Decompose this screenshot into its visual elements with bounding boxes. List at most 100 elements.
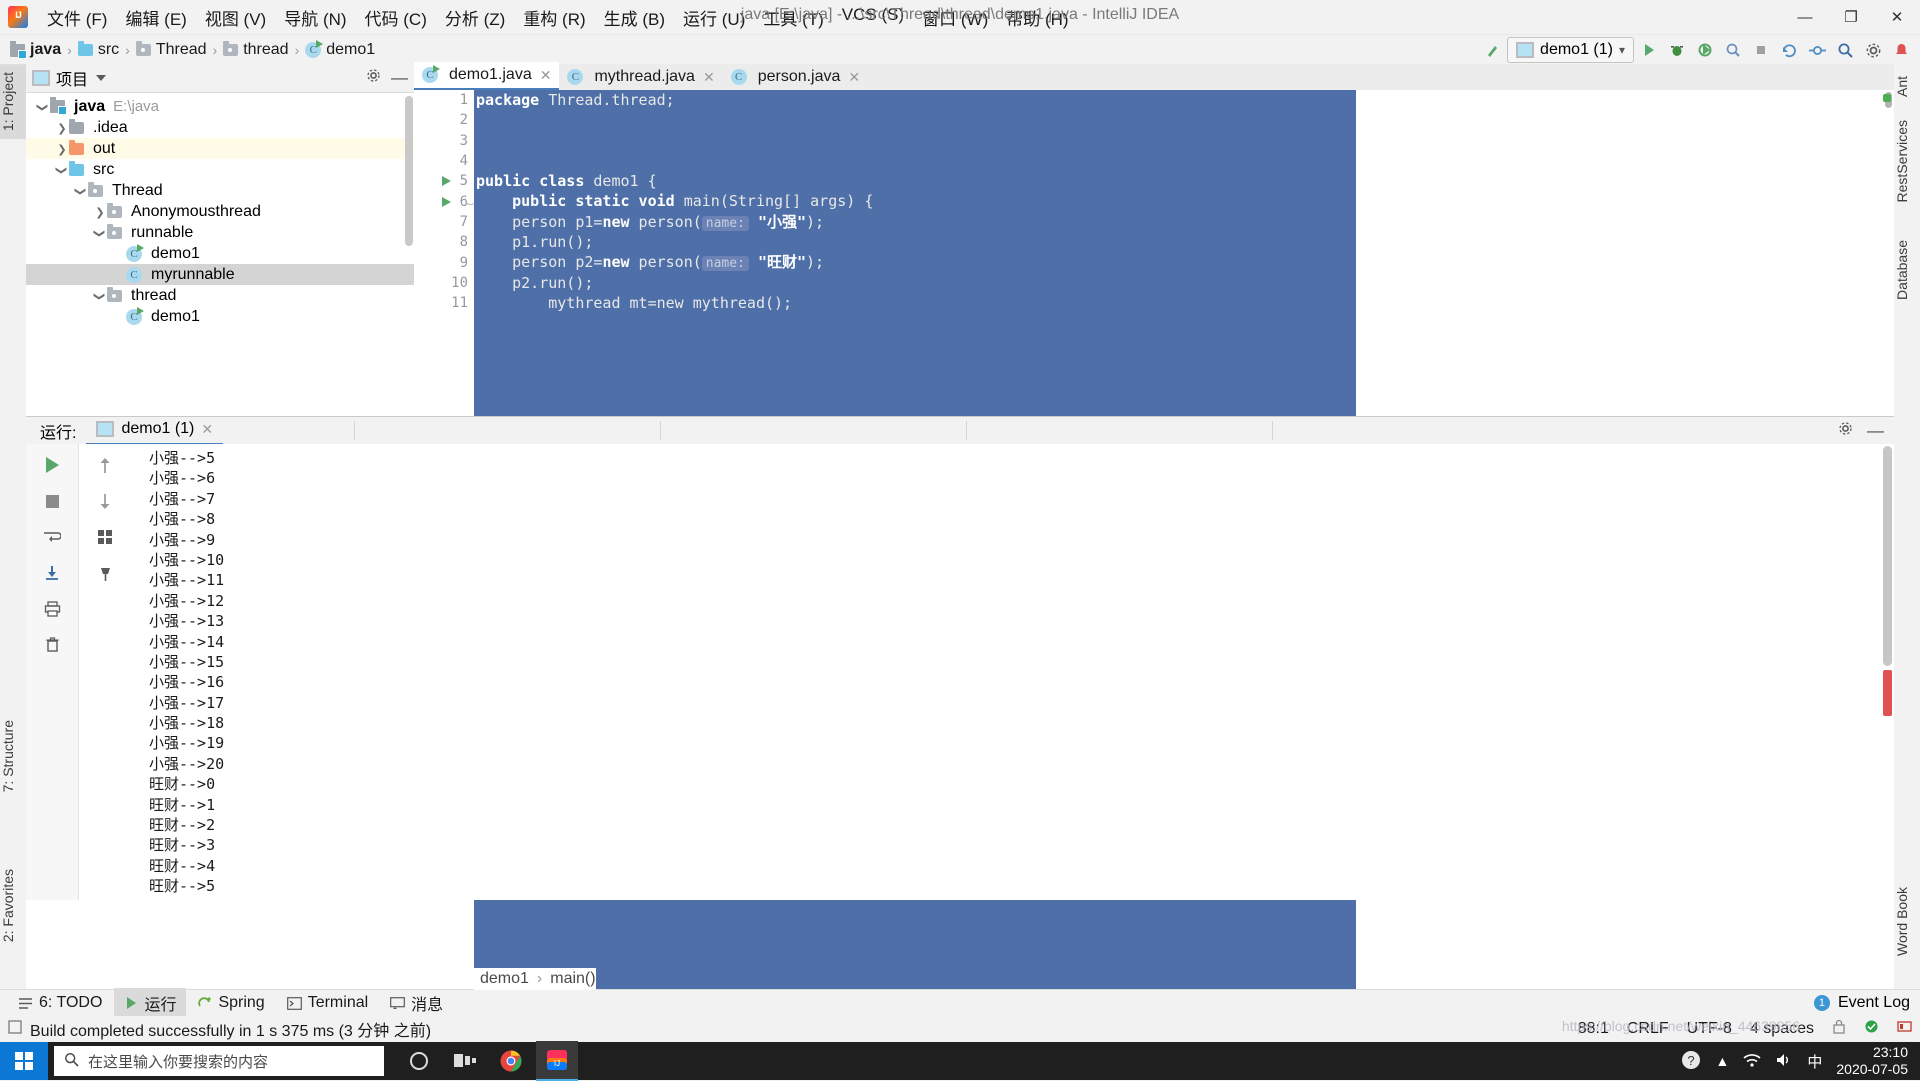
chevron-right-icon[interactable] [55, 121, 69, 135]
chevron-down-icon[interactable] [74, 184, 88, 198]
gutter-run-icon[interactable] [442, 192, 456, 212]
maximize-button[interactable]: ❐ [1828, 0, 1874, 34]
bottom-tab-运行[interactable]: 运行 [114, 988, 186, 1018]
commit-icon[interactable] [1804, 37, 1830, 63]
help-icon[interactable]: ? [1680, 1049, 1702, 1074]
tree-item-java[interactable]: javaE:\java [26, 96, 414, 117]
windows-start-icon[interactable] [0, 1042, 48, 1080]
run-configuration-selector[interactable]: demo1 (1) ▾ [1507, 37, 1634, 63]
menu-item-1[interactable]: 编辑 (E) [116, 2, 195, 33]
event-log-label[interactable]: Event Log [1838, 994, 1910, 1012]
bottom-tab-6: TODO[interactable]: 6: TODO [8, 991, 112, 1015]
tree-item-src[interactable]: src [26, 159, 414, 180]
taskbar-clock[interactable]: 23:10 2020-07-05 [1836, 1044, 1908, 1079]
breadcrumb-item-java[interactable]: java [10, 41, 61, 59]
taskbar-search-input[interactable]: 在这里输入你要搜索的内容 [54, 1046, 384, 1076]
gear-icon[interactable] [366, 68, 381, 88]
minimize-icon[interactable]: — [1867, 426, 1884, 436]
grid-icon[interactable] [92, 524, 118, 550]
run-icon[interactable] [1636, 37, 1662, 63]
menu-item-6[interactable]: 重构 (R) [514, 2, 594, 33]
bottom-tab-Spring[interactable]: Spring [188, 991, 274, 1015]
menu-item-12[interactable]: 帮助 (H) [997, 2, 1077, 33]
gear-icon[interactable] [1838, 421, 1853, 441]
task-view-icon[interactable] [444, 1042, 486, 1080]
sidebar-item-database[interactable]: Database [1894, 232, 1920, 308]
menu-item-4[interactable]: 代码 (C) [356, 2, 436, 33]
console-output[interactable]: 小强-->5小强-->6小强-->7小强-->8小强-->9小强-->10小强-… [131, 444, 1894, 900]
editor-breadcrumb-item-demo1[interactable]: demo1 [480, 970, 529, 988]
editor-tab-demo1.java[interactable]: demo1.java✕ [414, 62, 559, 90]
menu-item-5[interactable]: 分析 (Z) [436, 2, 514, 33]
minimize-button[interactable]: — [1782, 0, 1828, 34]
project-scrollbar[interactable] [405, 96, 413, 246]
sidebar-item-structure[interactable]: 7: Structure [0, 712, 26, 800]
sidebar-item-ant[interactable]: Ant [1894, 68, 1920, 105]
pin-icon[interactable] [92, 560, 118, 586]
close-icon[interactable]: ✕ [703, 69, 715, 86]
tree-item-runnable[interactable]: runnable [26, 222, 414, 243]
event-log-area[interactable]: 1 Event Log [1814, 994, 1910, 1012]
debug-icon[interactable] [1664, 37, 1690, 63]
notifications-icon[interactable] [1888, 37, 1914, 63]
network-icon[interactable] [1743, 1052, 1761, 1071]
editor-breadcrumb-item-main()[interactable]: main() [550, 970, 595, 988]
up-arrow-icon[interactable] [92, 452, 118, 478]
menu-item-11[interactable]: 窗口 (W) [913, 2, 997, 33]
chevron-right-icon[interactable] [55, 142, 69, 156]
inspection-status-icon[interactable] [1883, 94, 1891, 102]
sidebar-item-wordbook[interactable]: Word Book [1894, 879, 1920, 964]
sidebar-item-project[interactable]: 1: Project [0, 64, 26, 139]
close-icon[interactable]: ✕ [201, 421, 213, 438]
run-tab-demo1[interactable]: demo1 (1) ✕ [86, 416, 223, 446]
menu-item-9[interactable]: 工具 (T) [754, 2, 832, 33]
tree-item-demo1[interactable]: demo1 [26, 306, 414, 327]
breadcrumb-item-Thread[interactable]: Thread [136, 41, 207, 59]
tree-item-Anonymousthread[interactable]: Anonymousthread [26, 201, 414, 222]
tree-item-.idea[interactable]: .idea [26, 117, 414, 138]
menu-item-2[interactable]: 视图 (V) [196, 2, 275, 33]
chevron-down-icon[interactable] [93, 289, 107, 303]
editor-tab-mythread.java[interactable]: mythread.java✕ [559, 64, 722, 90]
breadcrumb-item-demo1[interactable]: demo1 [305, 41, 375, 59]
tree-item-myrunnable[interactable]: myrunnable [26, 264, 414, 285]
close-icon[interactable]: ✕ [848, 69, 860, 86]
search-everywhere-icon[interactable] [1832, 37, 1858, 63]
tree-item-Thread[interactable]: Thread [26, 180, 414, 201]
volume-icon[interactable] [1775, 1052, 1793, 1071]
chevron-down-icon[interactable] [55, 163, 69, 177]
print-icon[interactable] [39, 596, 65, 622]
update-project-icon[interactable] [1776, 37, 1802, 63]
run-with-coverage-icon[interactable] [1692, 37, 1718, 63]
chevron-down-icon[interactable] [36, 100, 50, 114]
build-icon[interactable] [1479, 37, 1505, 63]
memory-icon[interactable] [1897, 1019, 1912, 1039]
sidebar-item-restservices[interactable]: RestServices [1894, 112, 1920, 210]
editor-tab-person.java[interactable]: person.java✕ [723, 64, 868, 90]
sidebar-item-favorites[interactable]: 2: Favorites [0, 861, 26, 950]
tree-item-demo1[interactable]: demo1 [26, 243, 414, 264]
chevron-down-icon[interactable] [96, 75, 106, 81]
console-scrollbar[interactable] [1883, 446, 1892, 666]
minimize-icon[interactable]: — [391, 73, 408, 83]
ime-icon[interactable]: 中 [1807, 1051, 1822, 1072]
tree-item-out[interactable]: out [26, 138, 414, 159]
scroll-to-end-icon[interactable] [39, 560, 65, 586]
chevron-up-icon[interactable]: ▲ [1716, 1053, 1730, 1069]
menu-item-0[interactable]: 文件 (F) [38, 2, 116, 33]
breadcrumb-item-src[interactable]: src [78, 41, 119, 59]
menu-item-3[interactable]: 导航 (N) [275, 2, 355, 33]
down-arrow-icon[interactable] [92, 488, 118, 514]
menu-item-8[interactable]: 运行 (U) [674, 2, 754, 33]
stop-icon[interactable] [39, 488, 65, 514]
rerun-icon[interactable] [39, 452, 65, 478]
lock-icon[interactable] [1832, 1019, 1846, 1039]
chrome-icon[interactable] [490, 1042, 532, 1080]
close-button[interactable]: ✕ [1874, 0, 1920, 34]
chevron-right-icon[interactable] [93, 205, 107, 219]
intellij-icon[interactable]: IJ [536, 1041, 578, 1081]
close-icon[interactable]: ✕ [540, 67, 552, 84]
tree-item-thread[interactable]: thread [26, 285, 414, 306]
trash-icon[interactable] [39, 632, 65, 658]
gutter-run-icon[interactable] [442, 171, 456, 191]
